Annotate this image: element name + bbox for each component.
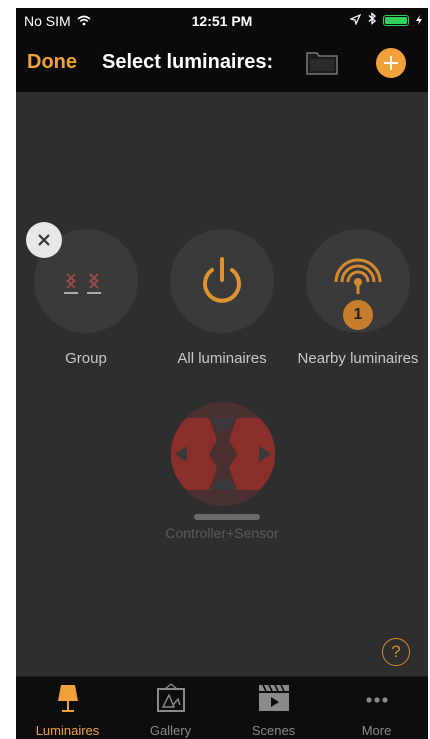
- more-dots-icon: [365, 697, 388, 703]
- group-label: Group: [65, 350, 107, 367]
- controller-sensor-button[interactable]: [170, 402, 276, 511]
- group-luminaires-icon: [64, 273, 101, 294]
- lamp-icon: [57, 685, 78, 712]
- location-arrow-icon: [349, 12, 362, 28]
- tab-gallery[interactable]: Gallery: [119, 677, 222, 739]
- page-title: Select luminaires:: [102, 51, 274, 73]
- power-icon: [203, 257, 241, 303]
- tab-scenes-label: Scenes: [251, 723, 296, 738]
- plus-icon: [384, 56, 398, 70]
- help-button[interactable]: ?: [382, 638, 410, 666]
- controller-sensor-label: Controller+Sensor: [165, 525, 279, 541]
- clapperboard-icon: [258, 684, 289, 711]
- battery-icon: [383, 14, 409, 26]
- status-bar: No SIM 12:51 PM: [16, 8, 428, 34]
- controller-sensor-icon: [170, 402, 276, 506]
- nearby-luminaires-label: Nearby luminaires: [297, 350, 419, 367]
- tab-luminaires[interactable]: Luminaires: [16, 677, 119, 739]
- remove-group-button[interactable]: [26, 222, 62, 258]
- controller-status-bar: [194, 514, 260, 520]
- tab-scenes[interactable]: Scenes: [222, 677, 325, 739]
- tab-more[interactable]: More: [325, 677, 428, 739]
- done-button[interactable]: Done: [27, 51, 77, 74]
- bluetooth-icon: [368, 12, 376, 28]
- signal-waves-icon: [334, 258, 382, 294]
- folder-icon[interactable]: [306, 50, 338, 80]
- all-luminaires-button[interactable]: [170, 229, 274, 333]
- luminaire-selection-area: Group All luminaires 1 Nearby luminaires: [16, 92, 428, 676]
- all-luminaires-label: All luminaires: [177, 350, 267, 367]
- tab-luminaires-label: Luminaires: [35, 723, 100, 738]
- tab-bar: Luminaires Gallery Scenes More: [16, 676, 428, 739]
- navigation-bar: Done Select luminaires:: [16, 34, 428, 92]
- nearby-count-badge: 1: [343, 300, 373, 330]
- gallery-icon: [156, 683, 185, 712]
- add-button[interactable]: [376, 48, 406, 78]
- close-icon: [38, 234, 50, 246]
- app-screen: No SIM 12:51 PM Done Select luminaires:: [16, 8, 428, 739]
- tab-gallery-label: Gallery: [149, 723, 192, 738]
- tab-more-label: More: [361, 723, 392, 738]
- charging-bolt-icon: [416, 12, 422, 28]
